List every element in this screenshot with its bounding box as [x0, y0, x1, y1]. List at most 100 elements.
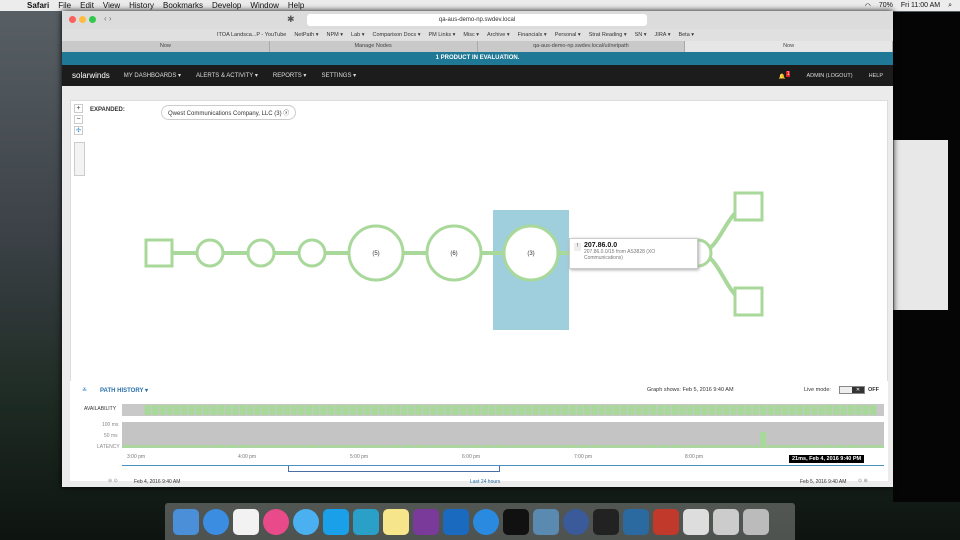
time-tick: 3:00 pm — [127, 454, 146, 460]
bookmark[interactable]: NetPath ▾ — [294, 32, 318, 38]
back-forward-icon[interactable]: ‹ › — [104, 14, 112, 23]
live-mode-toggle[interactable]: ✕ — [839, 386, 865, 394]
onenote-icon[interactable] — [413, 508, 439, 535]
tab[interactable]: Now — [62, 41, 270, 52]
availability-bar — [701, 405, 708, 415]
latency-bar — [305, 445, 312, 448]
range-label[interactable]: Last 24 hours — [470, 479, 500, 485]
nav-alerts-activity[interactable]: ALERTS & ACTIVITY ▾ — [196, 72, 258, 79]
admin-logout-link[interactable]: ADMIN (LOGOUT) — [806, 73, 852, 79]
help-link[interactable]: HELP — [869, 73, 883, 79]
bookmark[interactable]: Archive ▾ — [487, 32, 510, 38]
range-selector[interactable] — [288, 466, 500, 472]
virtualbox-icon[interactable] — [533, 508, 559, 535]
trash-icon[interactable] — [743, 508, 769, 535]
tab[interactable]: Manage Nodes — [269, 41, 478, 52]
latency-label: LATENCY — [97, 444, 120, 450]
app-icon[interactable] — [563, 508, 589, 535]
bookmark[interactable]: JIRA ▾ — [655, 32, 671, 38]
bookmark[interactable]: PM Links ▾ — [428, 32, 455, 38]
range-prev-icon[interactable]: ⊖ ⊙ — [108, 478, 118, 484]
menu-help[interactable]: Help — [288, 1, 304, 10]
hop-node[interactable] — [195, 238, 225, 268]
finder-icon[interactable] — [173, 508, 199, 535]
hop-node[interactable] — [297, 238, 327, 268]
url-bar[interactable]: qa-aus-demo-np.swdev.local — [307, 14, 647, 26]
solarwinds-logo[interactable]: solarwinds — [72, 71, 110, 80]
nav-reports[interactable]: REPORTS ▾ — [273, 72, 307, 79]
bookmark[interactable]: Financials ▾ — [518, 32, 547, 38]
zoom-button[interactable] — [89, 16, 96, 23]
range-next-icon[interactable]: ⊙ ⊕ — [858, 478, 868, 484]
path-history: ≚ PATH HISTORY ▾ Graph shows: Feb 5, 201… — [70, 381, 888, 481]
notes-icon[interactable] — [383, 508, 409, 535]
bookmark[interactable]: Strat Reading ▾ — [589, 32, 627, 38]
menu-history[interactable]: History — [129, 1, 154, 10]
availability-bar — [613, 405, 620, 415]
latency-bar — [628, 445, 635, 448]
latency-bar — [283, 445, 291, 448]
menu-develop[interactable]: Develop — [212, 1, 241, 10]
latency-bar — [210, 445, 217, 448]
wifi-icon[interactable]: ◠ — [865, 2, 871, 10]
menu-app[interactable]: Safari — [27, 1, 49, 10]
menu-view[interactable]: View — [103, 1, 120, 10]
terminal-icon[interactable] — [503, 508, 529, 535]
battery-percent[interactable]: 70% — [879, 2, 893, 9]
itunes-icon[interactable] — [263, 508, 289, 535]
menu-bookmarks[interactable]: Bookmarks — [163, 1, 203, 10]
clock[interactable]: Fri 11:00 AM — [901, 2, 940, 9]
latency-bar — [247, 445, 254, 448]
latency-bar — [488, 445, 496, 448]
minimize-button[interactable] — [79, 16, 86, 23]
time-tick: 8:00 pm — [685, 454, 704, 460]
bookmark[interactable]: Personal ▾ — [555, 32, 581, 38]
messages-icon[interactable] — [293, 508, 319, 535]
destination-node[interactable] — [733, 191, 764, 222]
app-icon[interactable] — [623, 508, 649, 535]
history-chart[interactable] — [122, 404, 884, 452]
menu-edit[interactable]: Edit — [80, 1, 94, 10]
bookmark[interactable]: ITOA Landsca...P - YouTube — [217, 32, 286, 38]
outlook-icon[interactable] — [443, 508, 469, 535]
bookmark[interactable]: Comparison Docs ▾ — [372, 32, 420, 38]
screen-icon[interactable] — [593, 508, 619, 535]
availability-bar — [327, 405, 334, 415]
latency-bar — [510, 445, 518, 448]
tab-active[interactable]: Now — [685, 41, 893, 52]
availability-bar — [210, 405, 217, 415]
destination-node[interactable] — [733, 286, 764, 317]
evaluation-banner[interactable]: 1 PRODUCT IN EVALUATION. — [62, 52, 893, 65]
bookmark[interactable]: SN ▾ — [635, 32, 647, 38]
source-node[interactable] — [144, 238, 174, 268]
latency-bar — [796, 445, 803, 448]
photos-icon[interactable] — [233, 508, 259, 535]
close-button[interactable] — [69, 16, 76, 23]
safari-icon[interactable] — [203, 508, 229, 535]
menu-window[interactable]: Window — [250, 1, 278, 10]
latency-bar — [144, 445, 151, 448]
powerpoint-icon[interactable] — [653, 508, 679, 535]
documents-icon[interactable] — [683, 508, 709, 535]
bookmark[interactable]: Beta ▾ — [678, 32, 694, 38]
tab[interactable]: qa-aus-demo-np.swdev.local/ui/netpath — [477, 41, 686, 52]
search-icon[interactable]: ⌕ — [948, 2, 952, 10]
quicktime-icon[interactable] — [473, 508, 499, 535]
hop-node[interactable] — [246, 238, 276, 268]
availability-bar — [803, 405, 811, 415]
bookmark[interactable]: Misc ▾ — [463, 32, 479, 38]
downloads-icon[interactable] — [713, 508, 739, 535]
extension-icon[interactable]: ✱ — [287, 14, 295, 25]
path-history-toggle[interactable]: PATH HISTORY ▾ — [100, 387, 148, 394]
nav-settings[interactable]: SETTINGS ▾ — [321, 72, 356, 79]
collapse-icon[interactable]: ≚ — [82, 387, 87, 394]
nav-my-dashboards[interactable]: MY DASHBOARDS ▾ — [124, 72, 181, 79]
bookmark[interactable]: NPM ▾ — [326, 32, 343, 38]
latency-bar — [122, 445, 129, 448]
lync-icon[interactable] — [353, 508, 379, 535]
notification-bell-icon[interactable]: 🔔1 — [779, 71, 791, 80]
availability-bar — [225, 405, 232, 415]
bookmark[interactable]: Lab ▾ — [351, 32, 364, 38]
menu-file[interactable]: File — [58, 1, 71, 10]
skype-icon[interactable] — [323, 508, 349, 535]
